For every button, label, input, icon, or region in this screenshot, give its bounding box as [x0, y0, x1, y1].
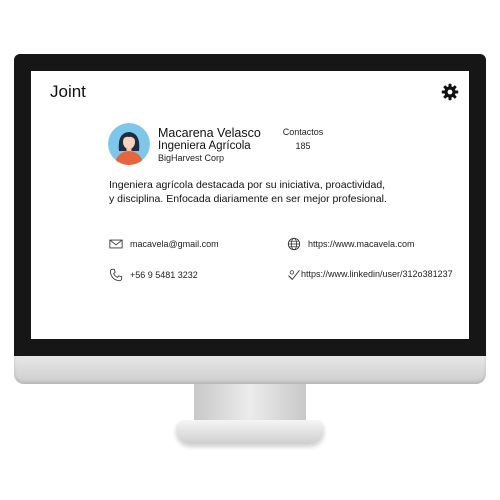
monitor-stand-base — [176, 420, 324, 444]
contacts-count: 185 — [295, 141, 311, 151]
profile-company: BigHarvest Corp — [158, 153, 225, 163]
gear-icon — [441, 83, 459, 101]
email-link[interactable]: macavela@gmail.com — [130, 239, 219, 249]
phone-icon — [109, 268, 123, 282]
linkedin-link[interactable]: https://www.linkedin/user/312o381237 — [301, 268, 453, 280]
avatar — [108, 123, 150, 165]
monitor-chin — [14, 356, 486, 384]
link-icon — [288, 270, 300, 280]
settings-button[interactable] — [441, 83, 459, 101]
monitor-stand-neck — [194, 384, 306, 422]
profile-name: Macarena Velasco — [158, 126, 261, 140]
profile-bio: Ingeniera agrícola destacada por su inic… — [109, 179, 387, 205]
mail-icon — [109, 239, 123, 249]
profile-role: Ingeniera Agrícola — [158, 140, 251, 152]
contacts-label: Contactos — [282, 127, 324, 137]
app-title: Joint — [50, 82, 86, 101]
phone-number: +56 9 5481 3232 — [130, 270, 198, 280]
website-link[interactable]: https://www.macavela.com — [308, 239, 415, 249]
app-screen: Joint Macarena Velasco Ingeniera Agrícol… — [31, 71, 469, 339]
globe-icon — [287, 237, 301, 251]
